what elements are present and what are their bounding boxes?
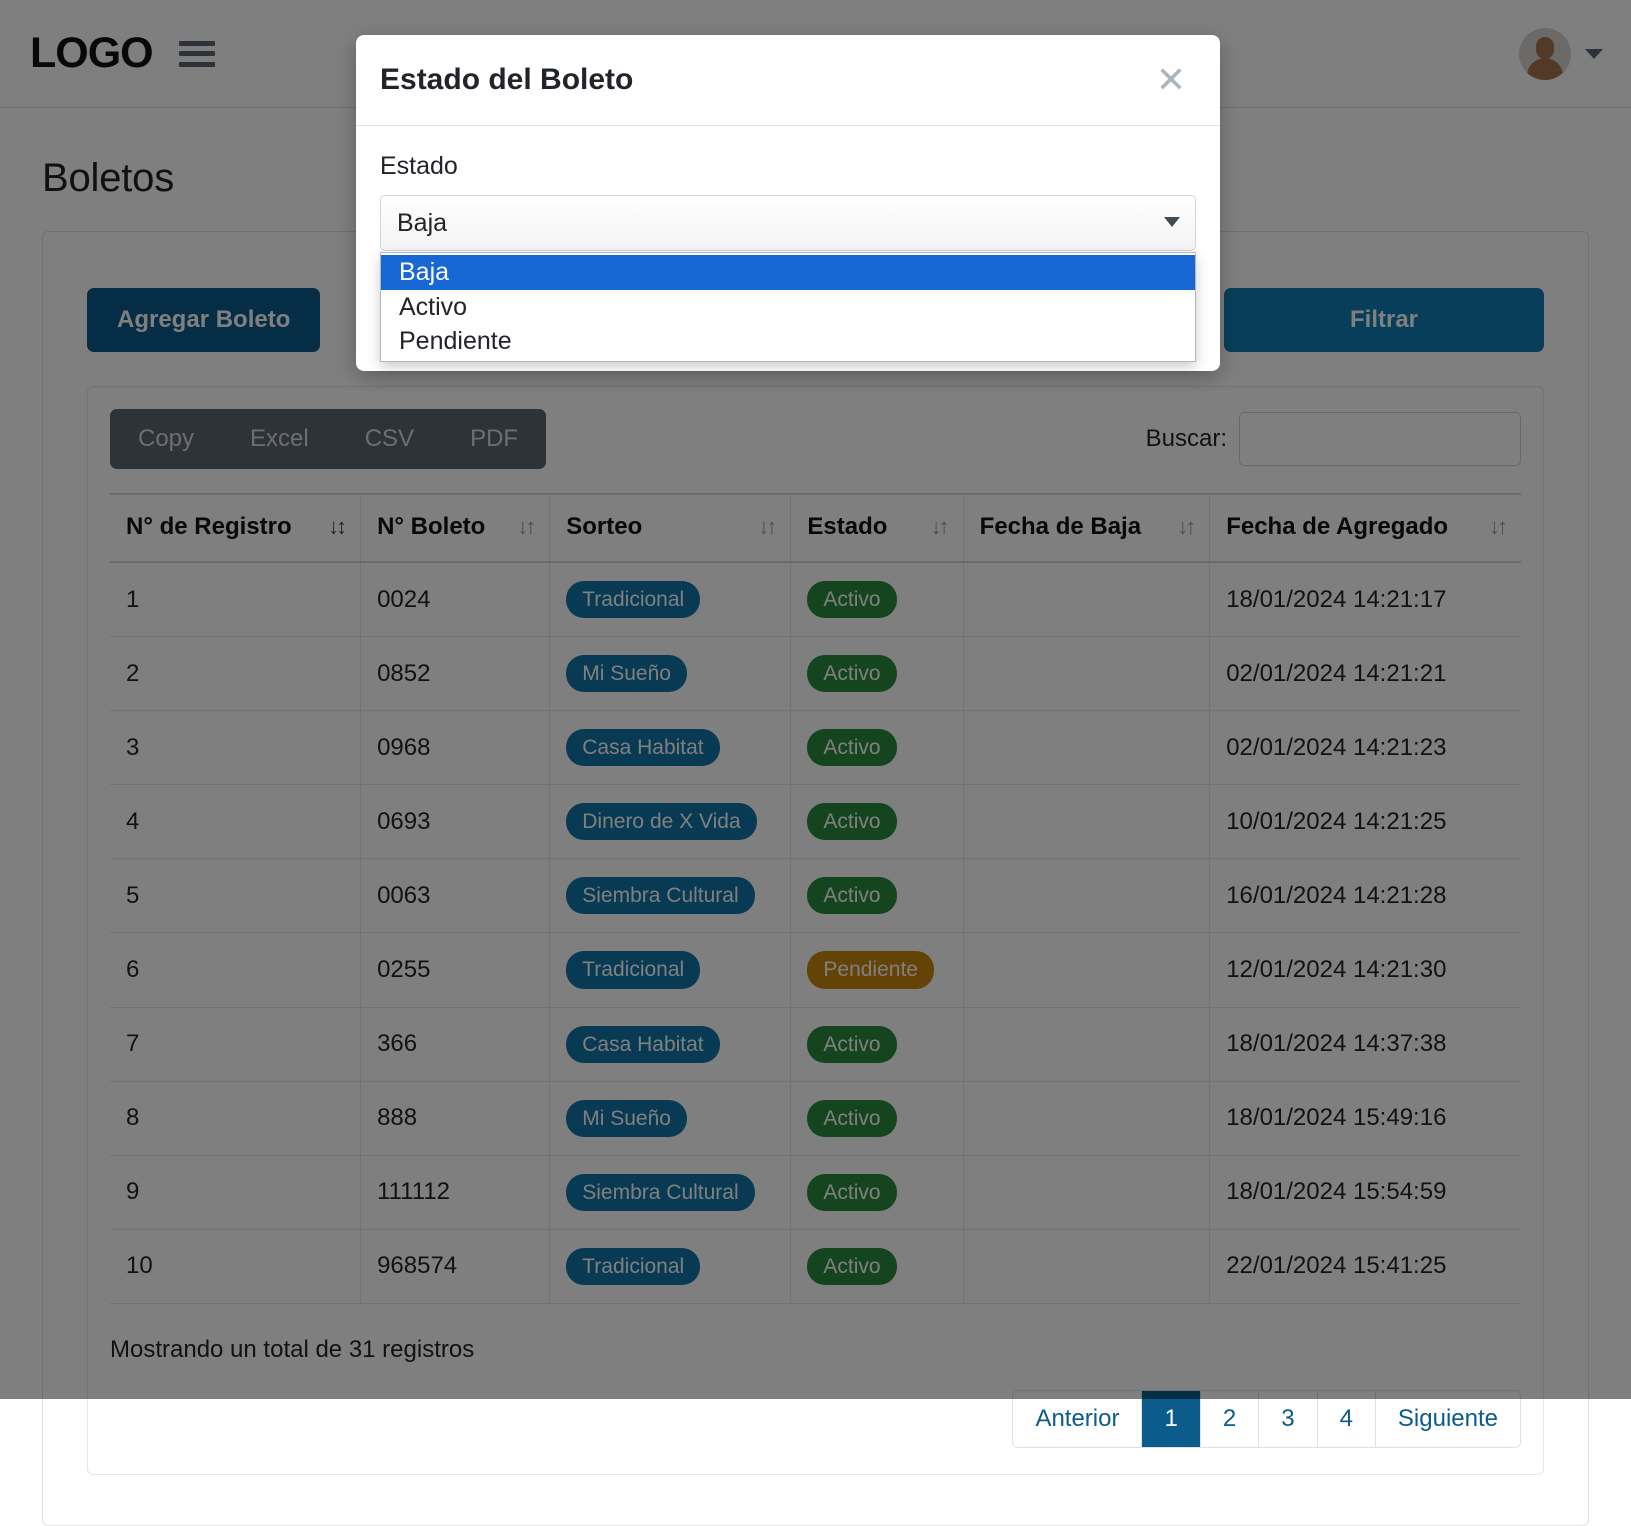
modal-header: Estado del Boleto ✕ — [356, 35, 1220, 126]
estado-option-baja[interactable]: Baja — [381, 255, 1195, 290]
estado-option-activo[interactable]: Activo — [381, 290, 1195, 325]
estado-option-pendiente[interactable]: Pendiente — [381, 324, 1195, 359]
pagination-previous[interactable]: Anterior — [1013, 1391, 1141, 1447]
pagination-page-1[interactable]: 1 — [1141, 1391, 1199, 1447]
estado-select[interactable]: Baja — [380, 195, 1196, 251]
close-icon[interactable]: ✕ — [1150, 61, 1192, 99]
estado-field-label: Estado — [380, 152, 1196, 181]
estado-boleto-modal: Estado del Boleto ✕ Estado Baja BajaActi… — [356, 35, 1220, 371]
pagination-page-2[interactable]: 2 — [1200, 1391, 1258, 1447]
modal-body: Estado Baja BajaActivoPendiente — [356, 126, 1220, 285]
estado-select-value: Baja — [397, 209, 447, 238]
modal-title: Estado del Boleto — [380, 63, 633, 97]
pagination-page-4[interactable]: 4 — [1317, 1391, 1375, 1447]
pagination-next[interactable]: Siguiente — [1375, 1391, 1520, 1447]
estado-select-wrap: Baja BajaActivoPendiente — [380, 195, 1196, 251]
pagination-page-3[interactable]: 3 — [1258, 1391, 1316, 1447]
estado-select-dropdown: BajaActivoPendiente — [380, 252, 1196, 362]
